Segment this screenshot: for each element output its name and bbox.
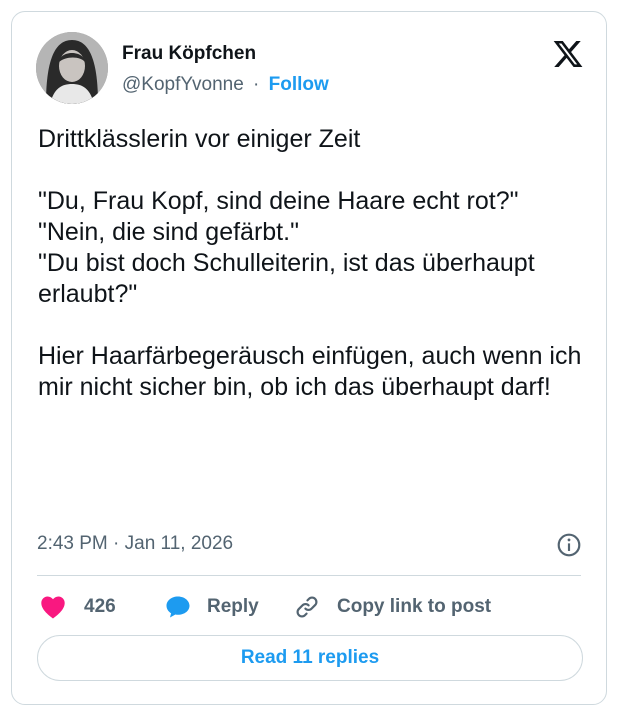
separator-dot: · [253, 74, 260, 95]
author-handle-row: @KopfYvonne · Follow [122, 74, 329, 96]
tweet-text: Drittklässlerin vor einiger Zeit "Du, Fr… [38, 125, 582, 401]
tweet-card: Frau Köpfchen @KopfYvonne · Follow Dritt… [11, 11, 607, 705]
heart-icon [41, 596, 65, 619]
divider [37, 575, 581, 576]
x-logo-icon[interactable] [552, 38, 584, 70]
follow-button[interactable]: Follow [269, 74, 329, 95]
author-handle[interactable]: @KopfYvonne [122, 74, 244, 95]
like-button[interactable]: 426 [40, 592, 116, 622]
link-icon [296, 596, 318, 618]
speech-bubble-icon [166, 596, 190, 618]
avatar-photo [36, 32, 108, 104]
action-bar: 426 Reply Copy link to post [37, 592, 597, 622]
avatar[interactable] [36, 32, 108, 104]
read-replies-button[interactable]: Read 11 replies [37, 635, 583, 681]
timestamp[interactable]: 2:43 PM · Jan 11, 2026 [37, 533, 233, 555]
info-icon[interactable] [556, 532, 582, 558]
copy-link-button[interactable]: Copy link to post [293, 592, 491, 622]
reply-button[interactable]: Reply [165, 592, 259, 622]
reply-label: Reply [207, 596, 259, 617]
copy-link-label: Copy link to post [337, 596, 492, 617]
author-name[interactable]: Frau Köpfchen [122, 43, 256, 65]
like-count: 426 [84, 596, 116, 617]
